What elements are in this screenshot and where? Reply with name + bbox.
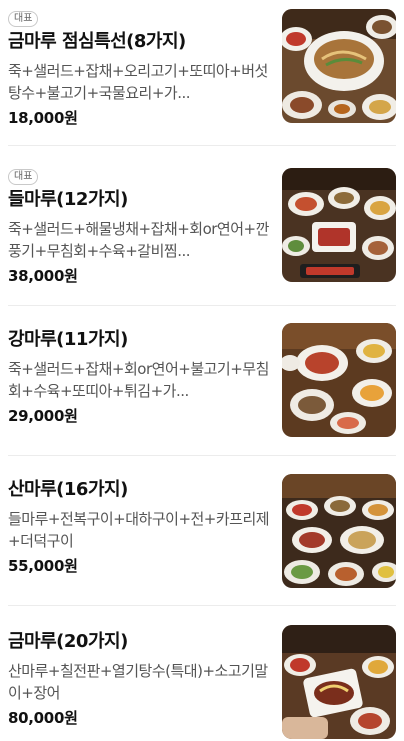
menu-item-name: 금마루(20가지) <box>8 631 128 652</box>
menu-item-info: 대표 들마루(12가지) 죽+샐러드+해물냉채+잡채+회or연어+깐풍기+무침회… <box>8 164 270 287</box>
representative-badge: 대표 <box>8 169 39 185</box>
menu-item-info: 강마루(11가지) 죽+샐러드+잡채+회or연어+불고기+무침회+수육+또띠아+… <box>8 328 270 427</box>
menu-item-price: 38,000원 <box>8 267 78 285</box>
menu-item-description: 죽+샐러드+잡채+회or연어+불고기+무침회+수육+또띠아+튀김+가... <box>8 360 269 400</box>
menu-item-description: 들마루+전복구이+대하구이+전+카프리제+더덕구이 <box>8 510 270 550</box>
menu-item-price: 29,000원 <box>8 407 78 425</box>
menu-item-info: 대표 금마루 점심특선(8가지) 죽+샐러드+잡채+오리고기+또띠아+버섯탕수+… <box>8 6 270 129</box>
menu-item-info: 산마루(16가지) 들마루+전복구이+대하구이+전+카프리제+더덕구이 55,0… <box>8 478 270 577</box>
food-photo-icon[interactable] <box>282 9 396 123</box>
representative-badge: 대표 <box>8 11 39 27</box>
menu-item-name: 강마루(11가지) <box>8 329 128 350</box>
food-photo-icon[interactable] <box>282 168 396 282</box>
food-photo-icon[interactable] <box>282 625 396 739</box>
menu-item-price: 18,000원 <box>8 109 78 127</box>
menu-item-price: 80,000원 <box>8 709 78 727</box>
food-photo-icon[interactable] <box>282 323 396 437</box>
menu-list: 대표 금마루 점심특선(8가지) 죽+샐러드+잡채+오리고기+또띠아+버섯탕수+… <box>0 0 404 741</box>
menu-item[interactable]: 대표 들마루(12가지) 죽+샐러드+해물냉채+잡채+회or연어+깐풍기+무침회… <box>0 146 404 306</box>
menu-item-description: 산마루+칠전판+열기탕수(특대)+소고기말이+장어 <box>8 662 268 702</box>
menu-item-description: 죽+샐러드+잡채+오리고기+또띠아+버섯탕수+불고기+국물요리+가... <box>8 62 268 102</box>
menu-item-name: 금마루 점심특선(8가지) <box>8 31 186 52</box>
menu-item[interactable]: 강마루(11가지) 죽+샐러드+잡채+회or연어+불고기+무침회+수육+또띠아+… <box>0 306 404 456</box>
menu-item-description: 죽+샐러드+해물냉채+잡채+회or연어+깐풍기+무침회+수육+갈비찜... <box>8 220 269 260</box>
menu-item[interactable]: 대표 금마루 점심특선(8가지) 죽+샐러드+잡채+오리고기+또띠아+버섯탕수+… <box>0 0 404 146</box>
food-photo-icon[interactable] <box>282 474 396 588</box>
menu-item[interactable]: 산마루(16가지) 들마루+전복구이+대하구이+전+카프리제+더덕구이 55,0… <box>0 456 404 606</box>
menu-item[interactable]: 금마루(20가지) 산마루+칠전판+열기탕수(특대)+소고기말이+장어 80,0… <box>0 606 404 741</box>
menu-item-name: 들마루(12가지) <box>8 189 128 210</box>
menu-item-name: 산마루(16가지) <box>8 479 128 500</box>
menu-item-price: 55,000원 <box>8 557 78 575</box>
menu-item-info: 금마루(20가지) 산마루+칠전판+열기탕수(특대)+소고기말이+장어 80,0… <box>8 630 270 729</box>
